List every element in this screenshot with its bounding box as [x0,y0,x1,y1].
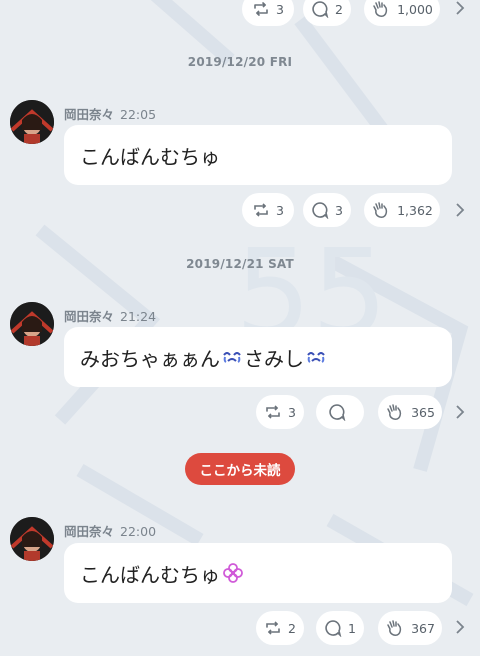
comment-button[interactable]: 1 [316,611,364,645]
avatar[interactable] [10,517,54,561]
clap-icon [373,202,388,218]
chevron-right-icon[interactable] [454,202,466,218]
unread-marker: ここから未読 [185,453,295,485]
comment-icon [312,202,329,219]
message-text: こんばんむちゅ [80,144,220,169]
timestamp: 22:05 [120,107,157,122]
comment-button[interactable]: 2 [303,0,351,26]
clap-count: 1,000 [397,1,433,17]
message-bubble[interactable]: みおちゃぁぁん さみし [64,327,452,387]
repost-count: 3 [276,202,284,218]
author-name: 岡田奈々 [64,309,115,324]
message-header: 岡田奈々 21:24 [64,306,156,325]
clap-icon [387,404,402,420]
repost-icon [266,405,280,419]
repost-button[interactable]: 3 [256,395,304,429]
message-bubble[interactable]: こんばんむちゅ [64,125,452,185]
date-separator: 2019/12/21 SAT [186,257,294,271]
comment-button[interactable] [316,395,364,429]
message-text: みおちゃぁぁん [80,346,220,371]
author-name: 岡田奈々 [64,524,115,539]
repost-icon [254,2,268,16]
timestamp: 21:24 [120,309,157,324]
pink-flower-icon [223,563,243,583]
author-name: 岡田奈々 [64,107,115,122]
clap-button[interactable]: 365 [378,395,442,429]
repost-count: 3 [276,1,284,17]
clap-count: 365 [411,404,435,420]
repost-icon [266,621,280,635]
chevron-right-icon[interactable] [454,404,466,420]
comment-icon [312,1,329,18]
message-header: 岡田奈々 22:05 [64,104,156,123]
repost-button[interactable]: 3 [242,0,294,26]
clap-count: 1,362 [397,202,433,218]
crying-face-icon [223,352,241,363]
timestamp: 22:00 [120,524,157,539]
repost-count: 3 [288,404,296,420]
avatar[interactable] [10,100,54,144]
message-bubble[interactable]: こんばんむちゅ [64,543,452,603]
clap-button[interactable]: 367 [378,611,442,645]
chevron-right-icon[interactable] [454,619,466,635]
avatar[interactable] [10,302,54,346]
comment-icon [329,404,346,421]
crying-face-icon [307,352,325,363]
clap-button[interactable]: 1,000 [364,0,440,26]
message-header: 岡田奈々 22:00 [64,521,156,540]
comment-icon [325,620,342,637]
message-text: さみし [244,346,304,371]
clap-count: 367 [411,620,435,636]
chevron-right-icon[interactable] [454,0,466,16]
repost-icon [254,203,268,217]
comment-count: 1 [348,620,356,636]
comment-count: 3 [335,202,343,218]
comment-count: 2 [335,1,343,17]
date-separator: 2019/12/20 FRI [187,55,293,69]
clap-icon [387,620,402,636]
clap-button[interactable]: 1,362 [364,193,440,227]
clap-icon [373,1,388,17]
comment-button[interactable]: 3 [303,193,351,227]
repost-button[interactable]: 2 [256,611,304,645]
repost-count: 2 [288,620,296,636]
repost-button[interactable]: 3 [242,193,294,227]
message-text: こんばんむちゅ [80,562,220,587]
